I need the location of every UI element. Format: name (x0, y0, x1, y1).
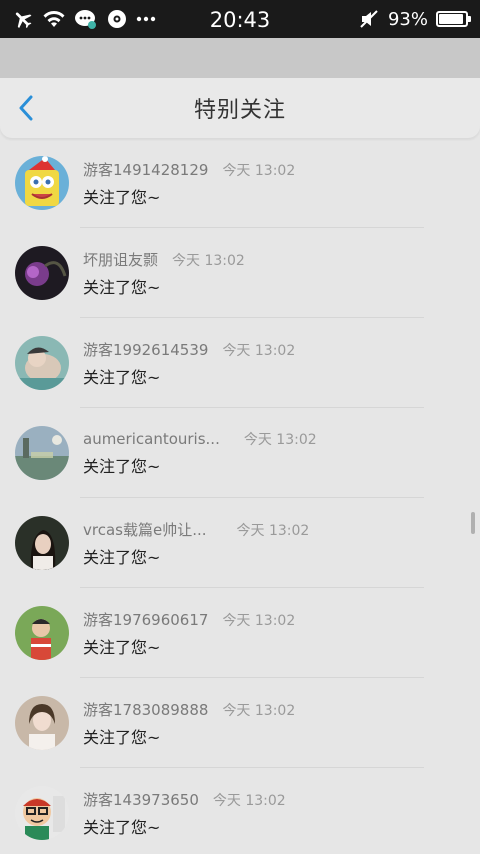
message-text: 关注了您~ (83, 547, 161, 567)
header-bar: 特别关注 (0, 78, 480, 138)
message-text: 关注了您~ (83, 637, 161, 657)
status-right-icons: 93% (358, 8, 471, 30)
user-name: 游客1783089888 (83, 700, 209, 719)
list-item[interactable]: aumericantouris... 今天 13:02 关注了您~ (0, 408, 480, 498)
avatar[interactable] (15, 606, 69, 660)
message-text: 关注了您~ (83, 817, 161, 837)
scrollbar[interactable] (471, 512, 475, 534)
list-item[interactable]: 游客1976960617 今天 13:02 关注了您~ (0, 588, 480, 678)
timestamp: 今天 13:02 (222, 342, 296, 359)
message-text: 关注了您~ (83, 187, 161, 207)
avatar[interactable] (15, 246, 69, 300)
avatar[interactable] (15, 786, 69, 840)
chat-bubble-icon (74, 8, 98, 30)
user-name: 坏朋诅友颢 (83, 250, 159, 269)
battery-icon (436, 11, 471, 27)
wifi-icon (42, 9, 66, 29)
chevron-left-icon (19, 95, 33, 121)
timestamp: 今天 13:02 (243, 432, 317, 448)
battery-percent: 93% (387, 8, 428, 30)
message-text: 关注了您~ (83, 457, 161, 476)
follow-list: 游客1491428129 今天 13:02 关注了您~ 坏朋诅友颢 今天 13:… (0, 138, 480, 854)
list-item[interactable]: vrcas载篇e帅让... 今天 13:02 关注了您~ (0, 498, 480, 588)
timestamp: 今天 13:02 (222, 612, 296, 629)
user-name: 游客143973650 (83, 790, 199, 809)
timestamp: 今天 13:02 (172, 252, 245, 269)
avatar[interactable] (15, 336, 69, 390)
list-item[interactable]: 坏朋诅友颢 今天 13:02 关注了您~ (0, 228, 480, 318)
list-item[interactable]: 游客1992614539 今天 13:02 关注了您~ (0, 318, 480, 408)
user-name: 游客1992614539 (83, 340, 209, 359)
avatar[interactable] (15, 426, 69, 480)
timestamp: 今天 13:02 (212, 792, 286, 809)
user-name: 游客1491428129 (83, 160, 209, 179)
avatar[interactable] (15, 516, 69, 570)
timestamp: 今天 13:02 (222, 162, 296, 179)
user-name: aumericantouris... (83, 430, 220, 448)
message-text: 关注了您~ (83, 277, 161, 297)
page-title: 特别关注 (193, 98, 286, 123)
back-button[interactable] (12, 94, 40, 122)
avatar[interactable] (15, 696, 69, 750)
top-strip (0, 38, 480, 78)
airplane-icon (12, 8, 34, 30)
status-left-icons (12, 8, 182, 30)
status-bar: 20:43 93% (0, 0, 480, 38)
message-text: 关注了您~ (83, 727, 161, 747)
list-item[interactable]: 游客1491428129 今天 13:02 关注了您~ (0, 138, 480, 228)
user-name: vrcas载篇e帅让... (83, 520, 207, 539)
more-dots-icon (136, 16, 156, 22)
timestamp: 今天 13:02 (222, 702, 296, 719)
message-text: 关注了您~ (83, 367, 161, 387)
user-name: 游客1976960617 (83, 610, 209, 629)
list-item[interactable]: 游客1783089888 今天 13:02 关注了您~ (0, 678, 480, 768)
mute-icon (358, 8, 380, 30)
avatar[interactable] (15, 156, 69, 210)
qq-icon (106, 8, 128, 30)
list-item[interactable]: 游客143973650 今天 13:02 关注了您~ (0, 768, 480, 854)
timestamp: 今天 13:02 (236, 522, 310, 539)
